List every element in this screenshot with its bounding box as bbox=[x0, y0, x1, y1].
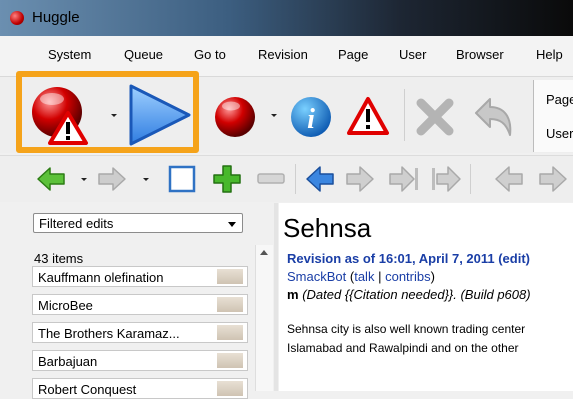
queue-item[interactable]: Barbajuan bbox=[32, 350, 248, 371]
link-separator: | bbox=[378, 269, 382, 284]
queue-item-score-swatch bbox=[217, 325, 243, 340]
warning-icon[interactable] bbox=[346, 96, 390, 136]
queue-item-score-swatch bbox=[217, 269, 243, 284]
user-link[interactable]: SmackBot bbox=[287, 269, 346, 284]
navigation-toolbar bbox=[0, 155, 573, 202]
menu-queue[interactable]: Queue bbox=[124, 47, 163, 62]
chevron-down-icon bbox=[228, 222, 236, 227]
article-text-line: Sehnsa city is also well known trading c… bbox=[287, 322, 526, 336]
menu-revision[interactable]: Revision bbox=[258, 47, 308, 62]
cancel-icon[interactable] bbox=[415, 97, 455, 137]
queue-filter-select[interactable]: Filtered edits bbox=[33, 213, 243, 233]
edit-summary-text: (Dated {{Citation needed}}. (Build p608) bbox=[302, 287, 531, 302]
menu-browser[interactable]: Browser bbox=[456, 47, 504, 62]
side-tab-strip: Page User bbox=[533, 80, 573, 152]
menu-system[interactable]: System bbox=[48, 47, 91, 62]
history-back-icon[interactable] bbox=[494, 165, 524, 193]
article-text-line: Islamabad and Rawalpindi and on the othe… bbox=[287, 341, 519, 355]
info-icon[interactable]: i bbox=[289, 95, 333, 139]
back-icon[interactable] bbox=[36, 166, 66, 192]
panel-splitter[interactable] bbox=[274, 203, 278, 391]
edit-summary: m (Dated {{Citation needed}}. (Build p60… bbox=[287, 287, 531, 302]
toolbar-separator bbox=[470, 164, 471, 194]
svg-text:i: i bbox=[307, 104, 315, 135]
queue-item-label: Robert Conquest bbox=[38, 382, 137, 397]
queue-filter-value: Filtered edits bbox=[39, 216, 114, 231]
talk-link[interactable]: talk bbox=[354, 269, 374, 284]
diff-view: Sehnsa Revision as of 16:01, April 7, 20… bbox=[279, 203, 573, 391]
back-dropdown-arrow[interactable] bbox=[81, 178, 87, 181]
scroll-up-icon[interactable] bbox=[260, 250, 268, 255]
menu-help[interactable]: Help bbox=[536, 47, 563, 62]
revision-user-line: SmackBot (talk | contribs) bbox=[287, 269, 435, 284]
revert-dropdown-arrow[interactable] bbox=[271, 114, 277, 117]
close-paren: ) bbox=[430, 269, 435, 284]
revert-icon[interactable] bbox=[213, 95, 257, 139]
diff-next-icon[interactable] bbox=[345, 165, 375, 193]
contribs-link[interactable]: contribs bbox=[385, 269, 431, 284]
toolbar-separator bbox=[404, 89, 405, 141]
diff-latest-icon[interactable] bbox=[388, 165, 420, 193]
queue-count: 43 items bbox=[34, 251, 84, 266]
revision-header[interactable]: Revision as of 16:01, April 7, 2011 (edi… bbox=[287, 251, 530, 266]
page-title: Sehnsa bbox=[283, 213, 372, 243]
minor-edit-flag: m bbox=[287, 287, 299, 302]
queue-item-label: Barbajuan bbox=[38, 354, 98, 369]
article-text: Sehnsa city is also well known trading c… bbox=[287, 320, 525, 358]
menu-page[interactable]: Page bbox=[338, 47, 368, 62]
window-title: Huggle bbox=[32, 9, 80, 26]
menu-user[interactable]: User bbox=[399, 47, 426, 62]
blank-page-icon[interactable] bbox=[168, 165, 196, 193]
undo-icon[interactable] bbox=[466, 93, 516, 139]
diff-last-icon[interactable] bbox=[430, 165, 462, 193]
queue-item-score-swatch bbox=[217, 353, 243, 368]
highlight-box bbox=[16, 71, 199, 153]
huggle-app-icon bbox=[10, 11, 24, 25]
queue-item-score-swatch bbox=[217, 297, 243, 312]
add-icon[interactable] bbox=[212, 164, 242, 194]
queue-scrollbar[interactable] bbox=[255, 245, 273, 391]
queue-item[interactable]: Robert Conquest bbox=[32, 378, 248, 399]
tab-page[interactable]: Page bbox=[546, 92, 573, 107]
forward-icon[interactable] bbox=[97, 166, 127, 192]
queue-panel: Filtered edits 43 items Kauffmann olefin… bbox=[27, 203, 274, 399]
toolbar-separator bbox=[295, 164, 296, 194]
remove-icon[interactable] bbox=[256, 168, 286, 190]
queue-item-label: Kauffmann olefination bbox=[38, 270, 164, 285]
queue-item-score-swatch bbox=[217, 381, 243, 396]
title-bar: Huggle bbox=[0, 0, 573, 36]
queue-item[interactable]: The Brothers Karamaz... bbox=[32, 322, 248, 343]
menu-go-to[interactable]: Go to bbox=[194, 47, 226, 62]
history-forward-icon[interactable] bbox=[538, 165, 568, 193]
queue-item[interactable]: MicroBee bbox=[32, 294, 248, 315]
queue-item-label: The Brothers Karamaz... bbox=[38, 326, 180, 341]
tab-user[interactable]: User bbox=[546, 126, 573, 141]
forward-dropdown-arrow[interactable] bbox=[143, 178, 149, 181]
queue-item[interactable]: Kauffmann olefination bbox=[32, 266, 248, 287]
queue-item-label: MicroBee bbox=[38, 298, 93, 313]
diff-previous-icon[interactable] bbox=[305, 165, 335, 193]
